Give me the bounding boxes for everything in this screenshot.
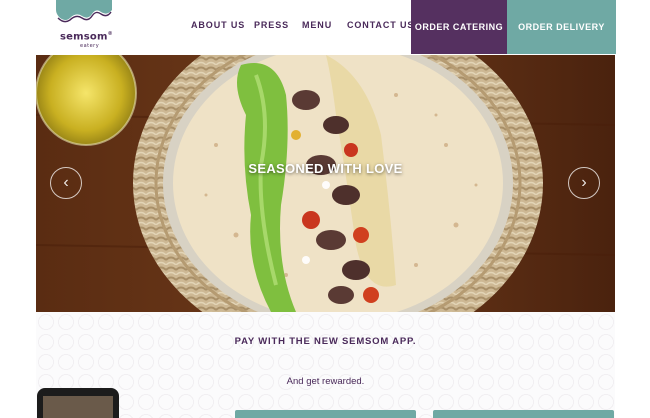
promo-subtitle: And get rewarded. [286,376,365,387]
chevron-left-icon: ‹ [63,174,69,191]
promo-title: PAY WITH THE NEW SEMSOM APP. [234,336,417,347]
order-delivery-label: ORDER DELIVERY [518,22,605,32]
nav-menu[interactable]: MENU [302,20,332,30]
site-header: semsom® eatery ABOUT US PRESS MENU CONTA… [0,0,650,54]
logo-tagline: eatery [80,43,100,49]
hero-image [36,55,615,312]
nav-press[interactable]: PRESS [254,20,289,30]
google-play-button[interactable] [433,410,614,418]
order-catering-label: ORDER CATERING [414,22,504,32]
app-store-button[interactable] [235,410,416,418]
hero-caption: SEASONED WITH LOVE [248,161,403,176]
phone-image [37,388,119,418]
phone-screen [43,396,113,418]
nav-contact-us[interactable]: CONTACT US [347,20,414,30]
chevron-right-icon: › [581,174,587,191]
app-promo-section: PAY WITH THE NEW SEMSOM APP. And get rew… [36,312,615,418]
order-catering-button[interactable]: ORDER CATERING [411,0,507,54]
carousel-prev-button[interactable]: ‹ [50,167,82,199]
nav-about-us[interactable]: ABOUT US [191,20,245,30]
carousel-next-button[interactable]: › [568,167,600,199]
hero-carousel: SEASONED WITH LOVE ‹ › [36,55,615,312]
logo-wordmark: semsom® [60,31,113,43]
order-delivery-button[interactable]: ORDER DELIVERY [507,0,616,54]
